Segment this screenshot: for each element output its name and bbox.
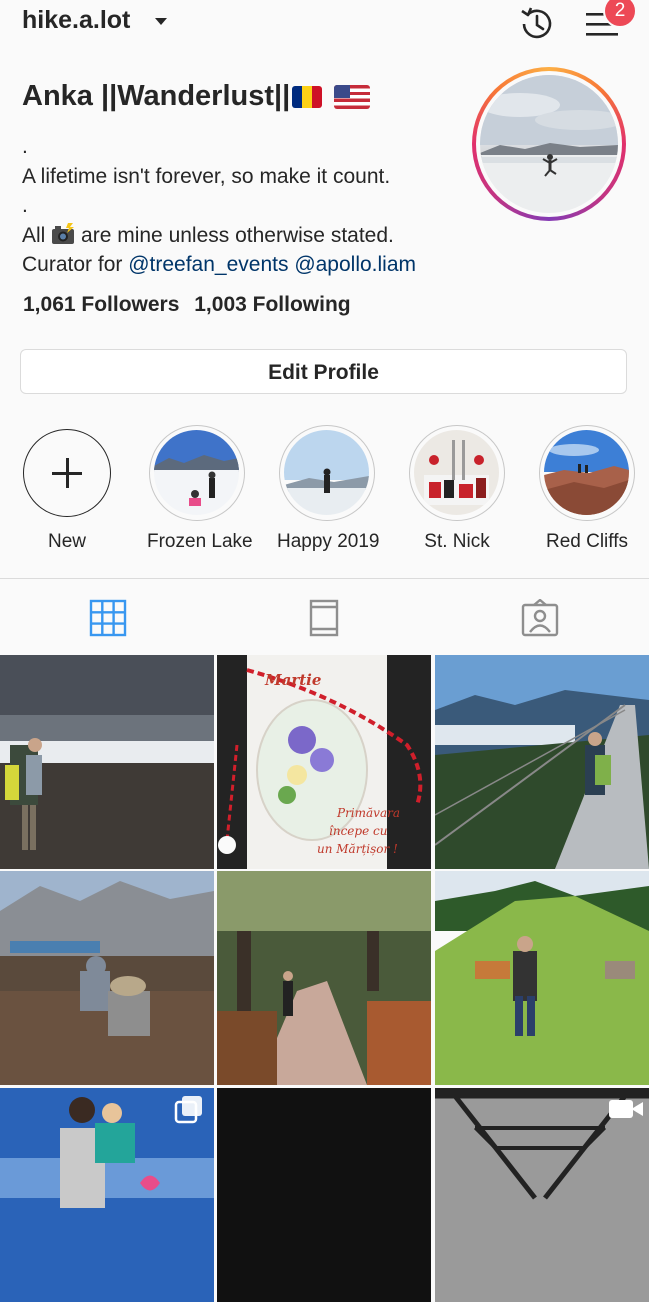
profile-stats: 1,061 Followers 1,003 Following bbox=[23, 293, 360, 317]
bio-text: Curator for bbox=[22, 253, 123, 276]
highlight-cover-ring bbox=[409, 425, 505, 521]
account-username[interactable]: hike.a.lot bbox=[22, 6, 130, 35]
post-thumbnail[interactable] bbox=[435, 1088, 649, 1302]
highlight-red-cliffs[interactable]: Red Cliffs bbox=[537, 425, 637, 553]
bio-line: All are mine unless otherwise stated. bbox=[22, 221, 416, 251]
edit-profile-button[interactable]: Edit Profile bbox=[20, 349, 627, 394]
highlight-label: New bbox=[47, 531, 86, 552]
post-thumbnail[interactable] bbox=[0, 1088, 214, 1302]
post-thumbnail[interactable] bbox=[217, 1088, 431, 1302]
plus-icon bbox=[23, 429, 111, 517]
display-name: Anka ||Wanderlust|| bbox=[22, 80, 371, 113]
profile-avatar-story-ring[interactable] bbox=[472, 67, 626, 221]
highlight-cover-ring bbox=[539, 425, 635, 521]
highlight-cover-ring bbox=[149, 425, 245, 521]
highlight-label: St. Nick bbox=[424, 531, 490, 552]
bio-line: A lifetime isn't forever, so make it cou… bbox=[22, 164, 391, 188]
bio-line: . bbox=[22, 194, 28, 217]
bio-line: Curator for @treefan_events @apollo.liam bbox=[22, 250, 416, 280]
history-icon[interactable] bbox=[517, 4, 557, 44]
highlight-new[interactable]: New bbox=[17, 425, 117, 553]
camera-flash-emoji-icon bbox=[52, 222, 75, 244]
usa-flag-icon bbox=[334, 85, 371, 110]
highlight-label: Happy 2019 bbox=[277, 531, 380, 552]
grid-icon[interactable] bbox=[89, 599, 127, 637]
profile-bio: . A lifetime isn't forever, so make it c… bbox=[22, 132, 416, 280]
profile-tabs bbox=[0, 578, 649, 655]
highlight-label: Frozen Lake bbox=[147, 531, 253, 552]
highlight-cover-ring bbox=[279, 425, 375, 521]
top-bar: hike.a.lot 2 bbox=[0, 0, 649, 48]
mention-link[interactable]: @treefan_events bbox=[128, 253, 288, 276]
highlight-cover-image bbox=[154, 430, 239, 515]
post-card-text: Primăvara bbox=[336, 806, 400, 820]
bio-line: . bbox=[22, 135, 28, 158]
highlight-st-nick[interactable]: St. Nick bbox=[407, 425, 507, 553]
mention-link[interactable]: @apollo.liam bbox=[294, 253, 416, 276]
notification-badge: 2 bbox=[603, 0, 637, 28]
highlight-frozen-lake[interactable]: Frozen Lake bbox=[147, 425, 253, 553]
post-card-text: un Mărțișor ! bbox=[317, 842, 398, 856]
highlight-cover-image bbox=[414, 430, 499, 515]
bio-text: All bbox=[22, 223, 46, 247]
bio-text: are mine unless otherwise stated. bbox=[81, 223, 394, 247]
post-card-text: începe cu bbox=[329, 824, 387, 838]
post-thumbnail[interactable] bbox=[435, 871, 649, 1085]
display-name-text: Anka ||Wanderlust|| bbox=[22, 80, 291, 112]
post-thumbnail[interactable] bbox=[435, 655, 649, 869]
feed-icon[interactable] bbox=[305, 599, 343, 637]
highlight-label: Red Cliffs bbox=[545, 531, 628, 552]
avatar bbox=[480, 75, 618, 213]
highlight-cover-image bbox=[544, 430, 629, 515]
post-thumbnail[interactable] bbox=[0, 655, 214, 869]
highlight-happy-2019[interactable]: Happy 2019 bbox=[277, 425, 380, 553]
following-count[interactable]: 1,003 Following bbox=[194, 293, 350, 316]
post-thumbnail[interactable] bbox=[0, 871, 214, 1085]
followers-count[interactable]: 1,061 Followers bbox=[23, 293, 179, 316]
post-thumbnail[interactable]: Martie Primăvara începe cu un Mărțișor ! bbox=[217, 655, 431, 869]
post-card-title: Martie bbox=[264, 671, 321, 689]
chevron-down-icon[interactable] bbox=[155, 18, 167, 25]
tagged-icon[interactable] bbox=[521, 599, 559, 637]
highlight-cover-image bbox=[284, 430, 369, 515]
romania-flag-icon bbox=[292, 86, 323, 109]
post-thumbnail[interactable] bbox=[217, 871, 431, 1085]
